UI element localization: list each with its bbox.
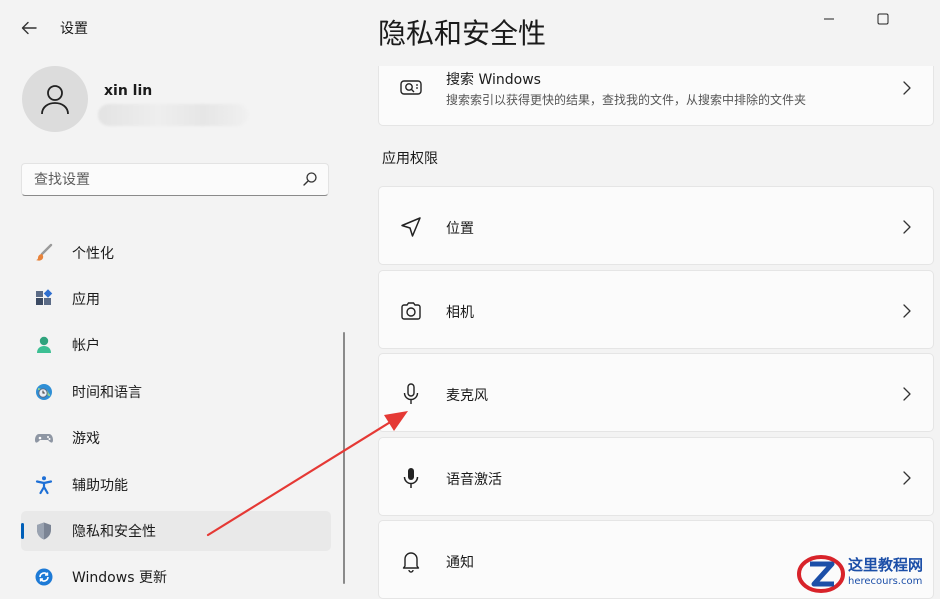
sidebar-item-label: 帐户 [72, 338, 100, 354]
camera-icon [399, 299, 423, 323]
annotation-arrow [206, 411, 408, 537]
accessibility-icon [34, 475, 54, 495]
sidebar-item-label: 游戏 [72, 431, 100, 447]
permission-location[interactable]: 位置 [378, 186, 934, 265]
shield-icon [34, 521, 54, 541]
brush-icon [34, 243, 54, 263]
maximize-icon [877, 13, 889, 25]
user-email-redacted [98, 104, 248, 126]
back-button[interactable] [14, 14, 44, 42]
sidebar-item-personalization[interactable]: 个性化 [21, 233, 331, 273]
permission-microphone[interactable]: 麦克风 [378, 353, 934, 432]
permission-label: 语音激活 [446, 472, 502, 488]
windows-update-icon [34, 567, 54, 587]
section-label-app-permissions: 应用权限 [382, 151, 438, 167]
minimize-icon [824, 18, 834, 20]
watermark: 这里教程网 herecours.com [796, 552, 940, 596]
search-windows-icon [399, 76, 423, 100]
permission-camera[interactable]: 相机 [378, 270, 934, 349]
chevron-right-icon [903, 81, 911, 95]
sidebar-item-label: 个性化 [72, 246, 114, 262]
gamepad-icon [34, 428, 54, 448]
globe-clock-icon [34, 382, 54, 402]
permission-label: 通知 [446, 555, 474, 571]
app-title: 设置 [60, 21, 88, 37]
watermark-name: 这里教程网 [848, 556, 924, 574]
sidebar-item-label: 隐私和安全性 [72, 524, 156, 540]
sidebar-item-apps[interactable]: 应用 [21, 279, 331, 319]
permission-label: 麦克风 [446, 388, 488, 404]
avatar[interactable] [22, 66, 88, 132]
sidebar-item-label: 应用 [72, 292, 100, 308]
page-title: 隐私和安全性 [378, 17, 547, 50]
sidebar-item-label: Windows 更新 [72, 570, 167, 586]
chevron-right-icon [903, 220, 911, 234]
person-icon [41, 85, 69, 115]
card-subtitle: 搜索索引以获得更快的结果，查找我的文件，从搜索中排除的文件夹 [446, 93, 807, 107]
back-arrow-icon [21, 21, 37, 35]
card-title: 搜索 Windows [446, 72, 541, 88]
settings-search[interactable] [21, 163, 329, 196]
permission-voice-activation[interactable]: 语音激活 [378, 437, 934, 516]
watermark-logo [797, 555, 845, 593]
minimize-button[interactable] [806, 6, 852, 32]
apps-icon [34, 289, 54, 309]
watermark-url: herecours.com [848, 576, 923, 587]
sidebar-item-label: 时间和语言 [72, 385, 142, 401]
bell-icon [399, 549, 423, 573]
permission-label: 位置 [446, 221, 474, 237]
user-name: xin lin [104, 83, 153, 99]
search-windows-card[interactable]: 搜索 Windows 搜索索引以获得更快的结果，查找我的文件，从搜索中排除的文件… [378, 66, 934, 126]
person-icon [34, 335, 54, 355]
selection-indicator [21, 523, 24, 539]
chevron-right-icon [903, 304, 911, 318]
chevron-right-icon [903, 471, 911, 485]
location-icon [399, 215, 423, 239]
maximize-button[interactable] [860, 6, 906, 32]
search-icon[interactable] [302, 171, 318, 187]
chevron-right-icon [903, 387, 911, 401]
search-input[interactable] [22, 164, 316, 195]
sidebar-item-label: 辅助功能 [72, 478, 128, 494]
permission-label: 相机 [446, 305, 474, 321]
sidebar-item-accounts[interactable]: 帐户 [21, 325, 331, 365]
sidebar-item-windows-update[interactable]: Windows 更新 [21, 557, 331, 597]
